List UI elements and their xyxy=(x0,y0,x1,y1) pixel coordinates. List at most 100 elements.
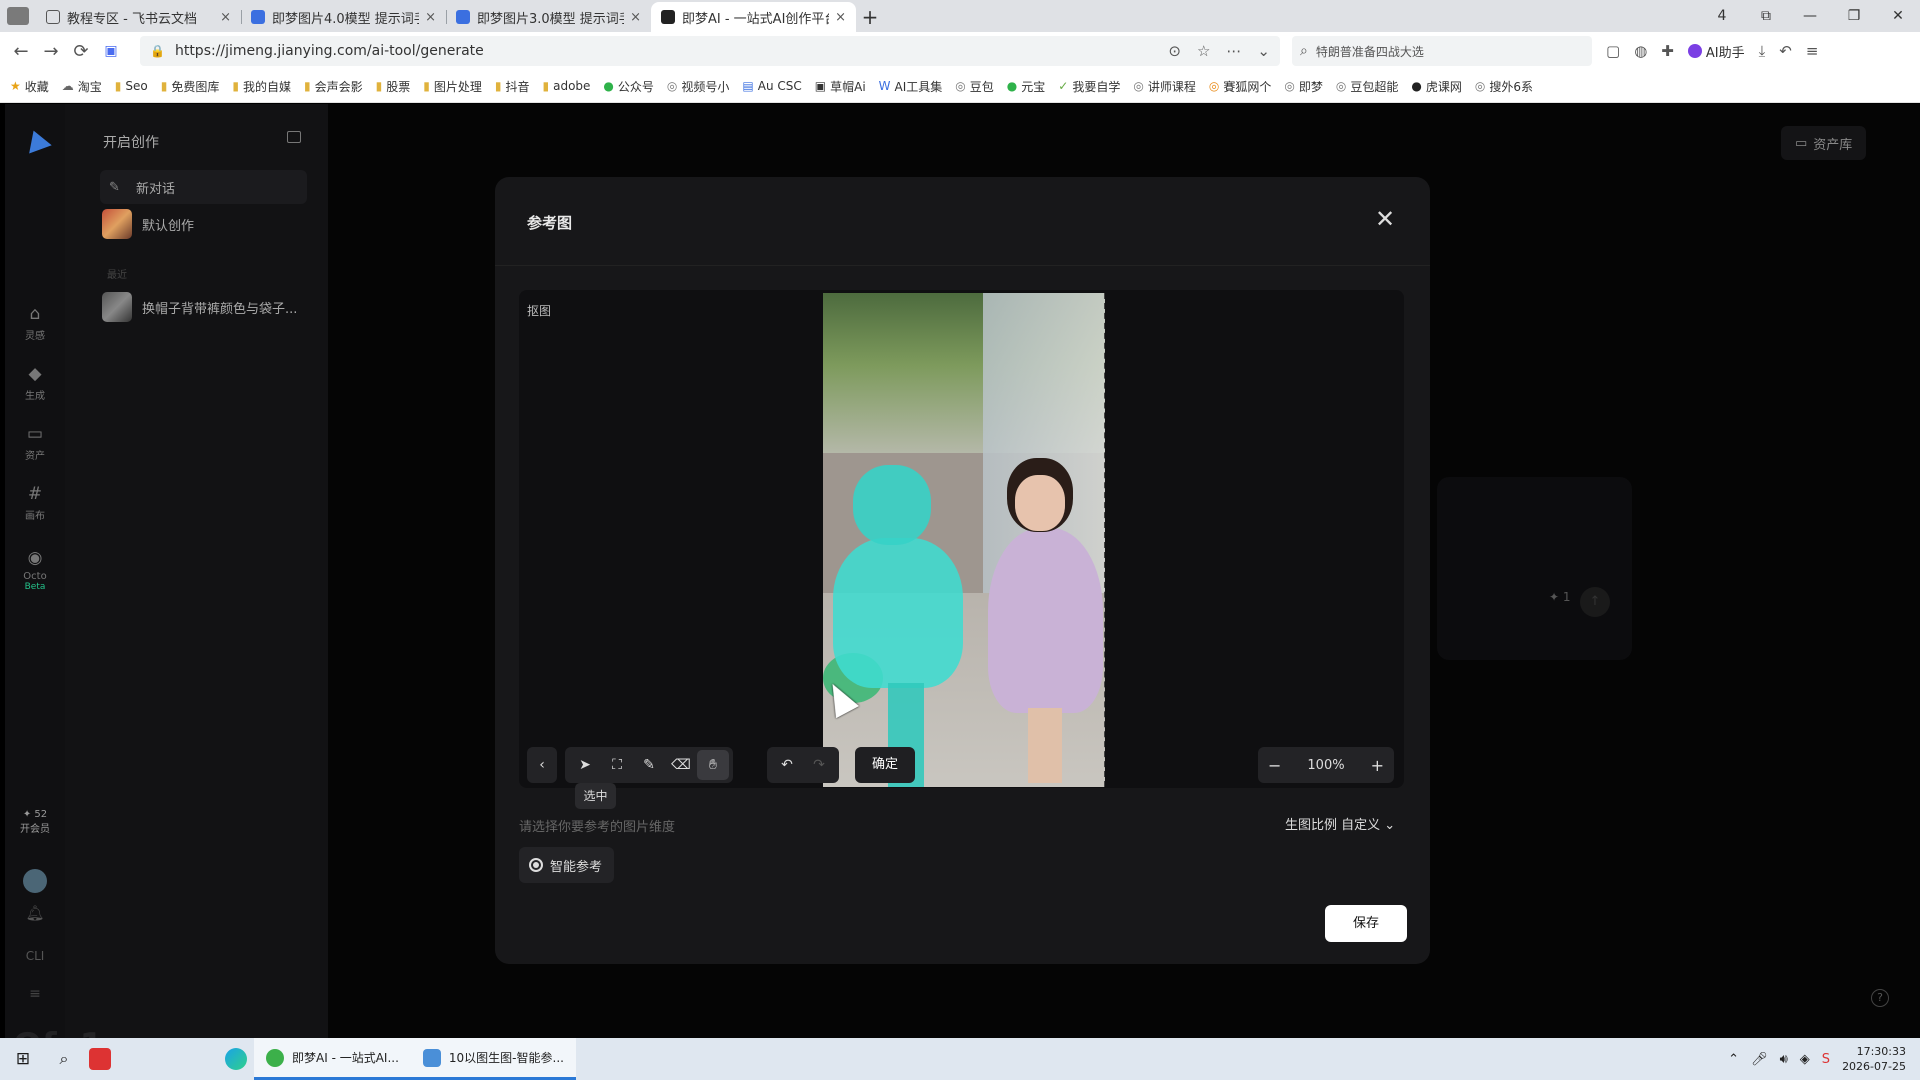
tab-count-button[interactable]: 4 xyxy=(1700,8,1744,24)
rail-item-assets[interactable]: ▭ 资产 xyxy=(5,424,65,462)
tab-jimeng-ai[interactable]: 即梦AI - 一站式AI创作平台 × xyxy=(651,2,856,32)
bookmark-item[interactable]: ▮ 会声会影 xyxy=(304,78,363,95)
bookmark-item[interactable]: ▣ 草帽Ai xyxy=(815,78,866,95)
save-button[interactable]: 保存 xyxy=(1325,905,1407,942)
windows-start-icon[interactable]: ⊞ xyxy=(0,1049,46,1069)
smart-reference-option[interactable]: 智能参考 xyxy=(519,847,615,883)
tab-prompt-manual-4[interactable]: 即梦图片4.0模型 提示词手册 × xyxy=(241,2,446,32)
bookmark-item[interactable]: ▮ 免费图库 xyxy=(161,78,220,95)
reference-photo[interactable] xyxy=(823,293,1105,787)
bookmark-item[interactable]: ◎ 讲师课程 xyxy=(1133,78,1196,95)
star-icon[interactable]: ☆ xyxy=(1197,42,1210,60)
undo-icon[interactable]: ↶ xyxy=(771,750,803,780)
app-icon-red[interactable] xyxy=(82,1044,118,1074)
jimeng-logo-icon[interactable] xyxy=(22,126,52,154)
chevron-down-icon[interactable]: ⌄ xyxy=(1257,42,1270,60)
bookmark-item[interactable]: ▮ 我的自媒 xyxy=(232,78,291,95)
forward-icon[interactable]: → xyxy=(36,41,66,62)
bookmark-item[interactable]: ◎ 豆包超能 xyxy=(1336,78,1399,95)
taskbar-item-browser[interactable]: 即梦AI - 一站式AI... xyxy=(254,1038,411,1080)
new-chat-button[interactable]: ✎ 新对话 xyxy=(100,170,307,204)
undo-icon[interactable]: ↶ xyxy=(1779,42,1792,60)
select-pointer-icon[interactable]: ➤ xyxy=(569,750,601,780)
shirt-icon[interactable]: ⧉ xyxy=(1744,8,1788,24)
url-field[interactable]: 🔒 https://jimeng.jianying.com/ai-tool/ge… xyxy=(140,36,1280,66)
assets-library-button[interactable]: ▭ 资产库 xyxy=(1781,126,1867,160)
screenshot-icon[interactable]: ▢ xyxy=(1606,42,1620,60)
zoom-out-icon[interactable]: − xyxy=(1268,756,1281,775)
rail-item-canvas[interactable]: # 画布 xyxy=(5,484,65,522)
bell-icon[interactable]: 🔔︎ xyxy=(5,904,65,922)
bookmark-item[interactable]: ● 公众号 xyxy=(603,78,654,95)
tab-close-icon[interactable]: × xyxy=(835,10,846,25)
close-icon[interactable]: ✕ xyxy=(1375,205,1395,233)
search-icon[interactable]: ⌕ xyxy=(46,1049,82,1069)
confirm-button[interactable]: 确定 xyxy=(855,747,915,783)
bookmark-item[interactable]: ✓ 我要自学 xyxy=(1058,78,1120,95)
browser-logo[interactable] xyxy=(0,0,36,32)
menu-icon[interactable]: ≡ xyxy=(1806,42,1819,60)
bookmark-item[interactable]: ▮ Seo xyxy=(115,79,148,93)
volume-icon[interactable]: 🔊︎ xyxy=(1780,1052,1788,1067)
bookmark-item[interactable]: ◎ 豆包 xyxy=(955,78,994,95)
input-method-icon[interactable]: S xyxy=(1822,1052,1830,1067)
help-icon[interactable]: ? xyxy=(1871,989,1889,1007)
chevron-left-icon[interactable]: ‹ xyxy=(527,747,557,783)
tab-feishu-docs[interactable]: 教程专区 - 飞书云文档 × xyxy=(36,2,241,32)
cutout-canvas[interactable]: 抠图 ‹ ➤ ⛶ ✎ ⌫ ✋︎ ↶ ↷ 确定 − 100% + xyxy=(519,290,1404,788)
search-input[interactable]: ⌕ 特朗普准备四战大选 xyxy=(1292,36,1592,66)
rail-item-octo[interactable]: ◉ Octo Beta xyxy=(5,548,65,592)
collapse-sidebar-icon[interactable] xyxy=(287,131,301,143)
hand-icon[interactable]: ✋︎ xyxy=(697,750,729,780)
reload-icon[interactable]: ⟳ xyxy=(66,41,96,62)
ai-assistant-button[interactable]: AI助手 xyxy=(1687,42,1745,61)
tab-prompt-manual-3[interactable]: 即梦图片3.0模型 提示词手册 × xyxy=(446,2,651,32)
bookmark-item[interactable]: ▤ Au CSC xyxy=(742,79,801,93)
zoom-in-icon[interactable]: + xyxy=(1371,756,1384,775)
ai-extension-icon[interactable]: ▣ xyxy=(96,43,126,59)
redo-icon[interactable]: ↷ xyxy=(803,750,835,780)
avatar[interactable] xyxy=(23,869,47,893)
chevron-up-icon[interactable]: ⌃ xyxy=(1728,1052,1739,1067)
bookmark-item[interactable]: W AI工具集 xyxy=(879,78,943,95)
extensions-icon[interactable]: ✚ xyxy=(1661,42,1674,60)
clock[interactable]: 17:30:33 2026-07-25 xyxy=(1842,1044,1906,1074)
bookmark-item[interactable]: ◎ 搜外6系 xyxy=(1475,78,1533,95)
smart-select-icon[interactable]: ⛶ xyxy=(601,750,633,780)
recent-chat-item[interactable]: 换帽子背带裤颜色与袋子... xyxy=(100,290,307,324)
back-icon[interactable]: ← xyxy=(6,41,36,62)
tab-close-icon[interactable]: × xyxy=(220,10,231,25)
restore-button[interactable]: ❐ xyxy=(1832,8,1876,24)
menu-icon[interactable]: ≡ xyxy=(5,986,65,1002)
tab-close-icon[interactable]: × xyxy=(425,10,436,25)
cli-button[interactable]: CLI xyxy=(5,949,65,963)
location-icon[interactable]: ⊙ xyxy=(1168,42,1181,60)
more-icon[interactable]: ⋯ xyxy=(1226,42,1241,60)
member-button[interactable]: ✦ 52 开会员 xyxy=(5,807,65,837)
bookmark-item[interactable]: ▮ 抖音 xyxy=(495,78,530,95)
bookmark-item[interactable]: ◎ 即梦 xyxy=(1284,78,1323,95)
bookmark-item[interactable]: ◎ 賽狐网个 xyxy=(1209,78,1272,95)
eraser-icon[interactable]: ⌫ xyxy=(665,750,697,780)
default-creation-item[interactable]: 默认创作 xyxy=(100,207,307,241)
aspect-ratio-select[interactable]: 生图比例 自定义 ⌄ xyxy=(1285,814,1395,833)
bookmark-item[interactable]: ☁ 淘宝 xyxy=(62,78,102,95)
microphone-icon[interactable]: 🎤︎ xyxy=(1751,1052,1768,1067)
network-icon[interactable]: ◈ xyxy=(1800,1052,1810,1067)
minimize-button[interactable]: — xyxy=(1788,8,1832,24)
download-icon[interactable]: ⤓ xyxy=(1759,42,1766,60)
edge-icon[interactable] xyxy=(218,1044,254,1074)
bookmark-item[interactable]: ▮ 图片处理 xyxy=(423,78,482,95)
taskbar-item-video[interactable]: 10以图生图-智能参... xyxy=(410,1038,576,1080)
profile-icon[interactable]: ◍ xyxy=(1634,42,1647,60)
close-window-button[interactable]: ✕ xyxy=(1876,8,1920,24)
rail-item-generate[interactable]: ◆ 生成 xyxy=(5,364,65,402)
brush-icon[interactable]: ✎ xyxy=(633,750,665,780)
bookmark-item[interactable]: ● 元宝 xyxy=(1007,78,1046,95)
bookmark-item[interactable]: ▮ 股票 xyxy=(376,78,411,95)
bookmark-item[interactable]: ▮ adobe xyxy=(543,79,591,93)
bookmark-item[interactable]: ● 虎课网 xyxy=(1411,78,1462,95)
send-icon[interactable]: ↑ xyxy=(1580,587,1610,617)
bookmark-item[interactable]: ★ 收藏 xyxy=(10,78,49,95)
tab-close-icon[interactable]: × xyxy=(630,10,641,25)
